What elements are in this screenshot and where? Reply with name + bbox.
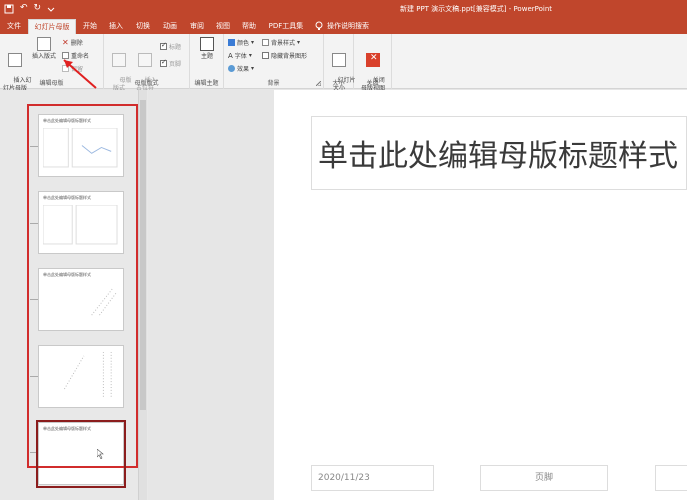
ribbon: 插入幻 灯片母版 插入版式 ✕ 删除 重命名 保留 编辑母版 母版 版式 插入 … [0, 34, 687, 92]
effects-icon [228, 65, 235, 72]
footer-checkbox-label: 页脚 [169, 61, 182, 68]
master-layout-icon [112, 53, 126, 67]
close-icon: ✕ [366, 53, 380, 67]
group-close: ✕ 关闭 母版视图 关闭 [354, 34, 392, 92]
group-label-size: 大小 [332, 80, 345, 87]
group-master-layout: 母版 版式 插入 占位符 标题 页脚 母版版式 [104, 34, 190, 92]
delete-button[interactable]: ✕ 删除 [62, 38, 83, 47]
fonts-button[interactable]: A 字体 ▾ [228, 51, 252, 61]
title-placeholder-text: 单击此处编辑母版标题样式 [318, 139, 678, 174]
title-bar: ↶ ↻ 新建 PPT 演示文稿.ppt[兼容模式] - PowerPoint [0, 0, 687, 18]
group-edit-theme: 主题 编辑主题 [190, 34, 224, 89]
font-icon: A [228, 51, 233, 60]
colors-label: 颜色 [237, 40, 250, 47]
date-placeholder[interactable]: 2020/11/23 [311, 465, 434, 491]
slide-size-icon [332, 53, 346, 67]
group-size: 幻灯片 大小 大小 [324, 34, 355, 92]
tab-home[interactable]: 开始 [78, 19, 102, 34]
dialog-launcher-icon[interactable] [316, 81, 321, 86]
tab-transitions[interactable]: 切换 [131, 19, 155, 34]
customize-qat-icon[interactable] [47, 4, 55, 14]
delete-label: 删除 [70, 40, 83, 47]
window-title: 新建 PPT 演示文稿.ppt[兼容模式] - PowerPoint [400, 5, 553, 13]
thumbnail-scrollbar[interactable] [138, 90, 147, 500]
slide-master-icon [8, 53, 22, 67]
save-icon[interactable] [4, 4, 14, 14]
footer-checkbox[interactable]: 页脚 [160, 58, 182, 68]
slide-number-placeholder[interactable] [655, 465, 687, 491]
group-label-edit-theme: 编辑主题 [194, 80, 219, 87]
title-checkbox[interactable]: 标题 [160, 41, 182, 51]
footer-placeholder[interactable]: 页脚 [480, 465, 608, 491]
scrollbar-thumb[interactable] [140, 100, 146, 410]
redo-icon[interactable]: ↻ [34, 2, 42, 15]
group-label-close: 关闭 [366, 80, 379, 87]
theme-label: 主题 [200, 53, 213, 60]
chevron-down-icon: ▾ [251, 39, 255, 46]
tell-me-search[interactable]: 操作说明搜索 [327, 19, 377, 34]
colors-button[interactable]: 颜色 ▾ [228, 38, 254, 47]
tab-file[interactable]: 文件 [2, 19, 26, 34]
lightbulb-icon [315, 21, 323, 30]
insert-layout-button[interactable]: 插入版式 [30, 37, 58, 61]
background-styles-label: 背景样式 [271, 40, 296, 47]
chevron-down-icon: ▾ [251, 65, 255, 72]
tab-help[interactable]: 帮助 [237, 19, 261, 34]
annotation-arrow [63, 59, 97, 89]
background-styles-button[interactable]: 背景样式 ▾ [262, 38, 300, 47]
effects-button[interactable]: 效果 ▾ [228, 64, 254, 73]
insert-layout-label: 插入版式 [31, 53, 56, 60]
delete-x-icon: ✕ [62, 38, 69, 47]
tab-review[interactable]: 审阅 [185, 19, 209, 34]
hide-background-checkbox-box [262, 52, 269, 59]
theme-button[interactable]: 主题 [194, 37, 220, 61]
hide-background-label: 隐藏背景图形 [271, 53, 308, 60]
group-background: 颜色 ▾ A 字体 ▾ 效果 ▾ 背景样式 ▾ 隐藏背景图形 背景 [224, 34, 324, 89]
tab-animations[interactable]: 动画 [158, 19, 182, 34]
undo-icon[interactable]: ↶ [20, 2, 28, 15]
theme-icon [200, 37, 214, 51]
palette-icon [228, 39, 235, 46]
title-checkbox-label: 标题 [169, 44, 182, 51]
tab-view[interactable]: 视图 [211, 19, 235, 34]
tab-insert[interactable]: 插入 [104, 19, 128, 34]
chevron-down-icon: ▾ [248, 52, 252, 59]
ribbon-tabs: 文件 幻灯片母版 开始 插入 切换 动画 审阅 视图 帮助 PDF工具集 操作说… [0, 18, 687, 34]
layout-icon [37, 37, 51, 51]
effects-label: 效果 [237, 66, 250, 73]
selected-thumbnail-outline [36, 420, 126, 488]
placeholder-icon [138, 53, 152, 67]
fonts-label: 字体 [234, 53, 247, 60]
highlight-box [27, 104, 138, 468]
tab-pdf-tools[interactable]: PDF工具集 [264, 19, 308, 34]
group-label-background: 背景 [267, 80, 280, 87]
background-styles-icon [262, 39, 269, 46]
hide-background-checkbox[interactable]: 隐藏背景图形 [262, 51, 307, 60]
quick-access-toolbar: ↶ ↻ [4, 2, 55, 15]
title-checkbox-box [160, 41, 167, 50]
group-label-master-layout: 母版版式 [134, 80, 159, 87]
footer-checkbox-box [160, 58, 167, 67]
chevron-down-icon: ▾ [297, 39, 301, 46]
tab-slide-master[interactable]: 幻灯片母版 [28, 19, 76, 34]
